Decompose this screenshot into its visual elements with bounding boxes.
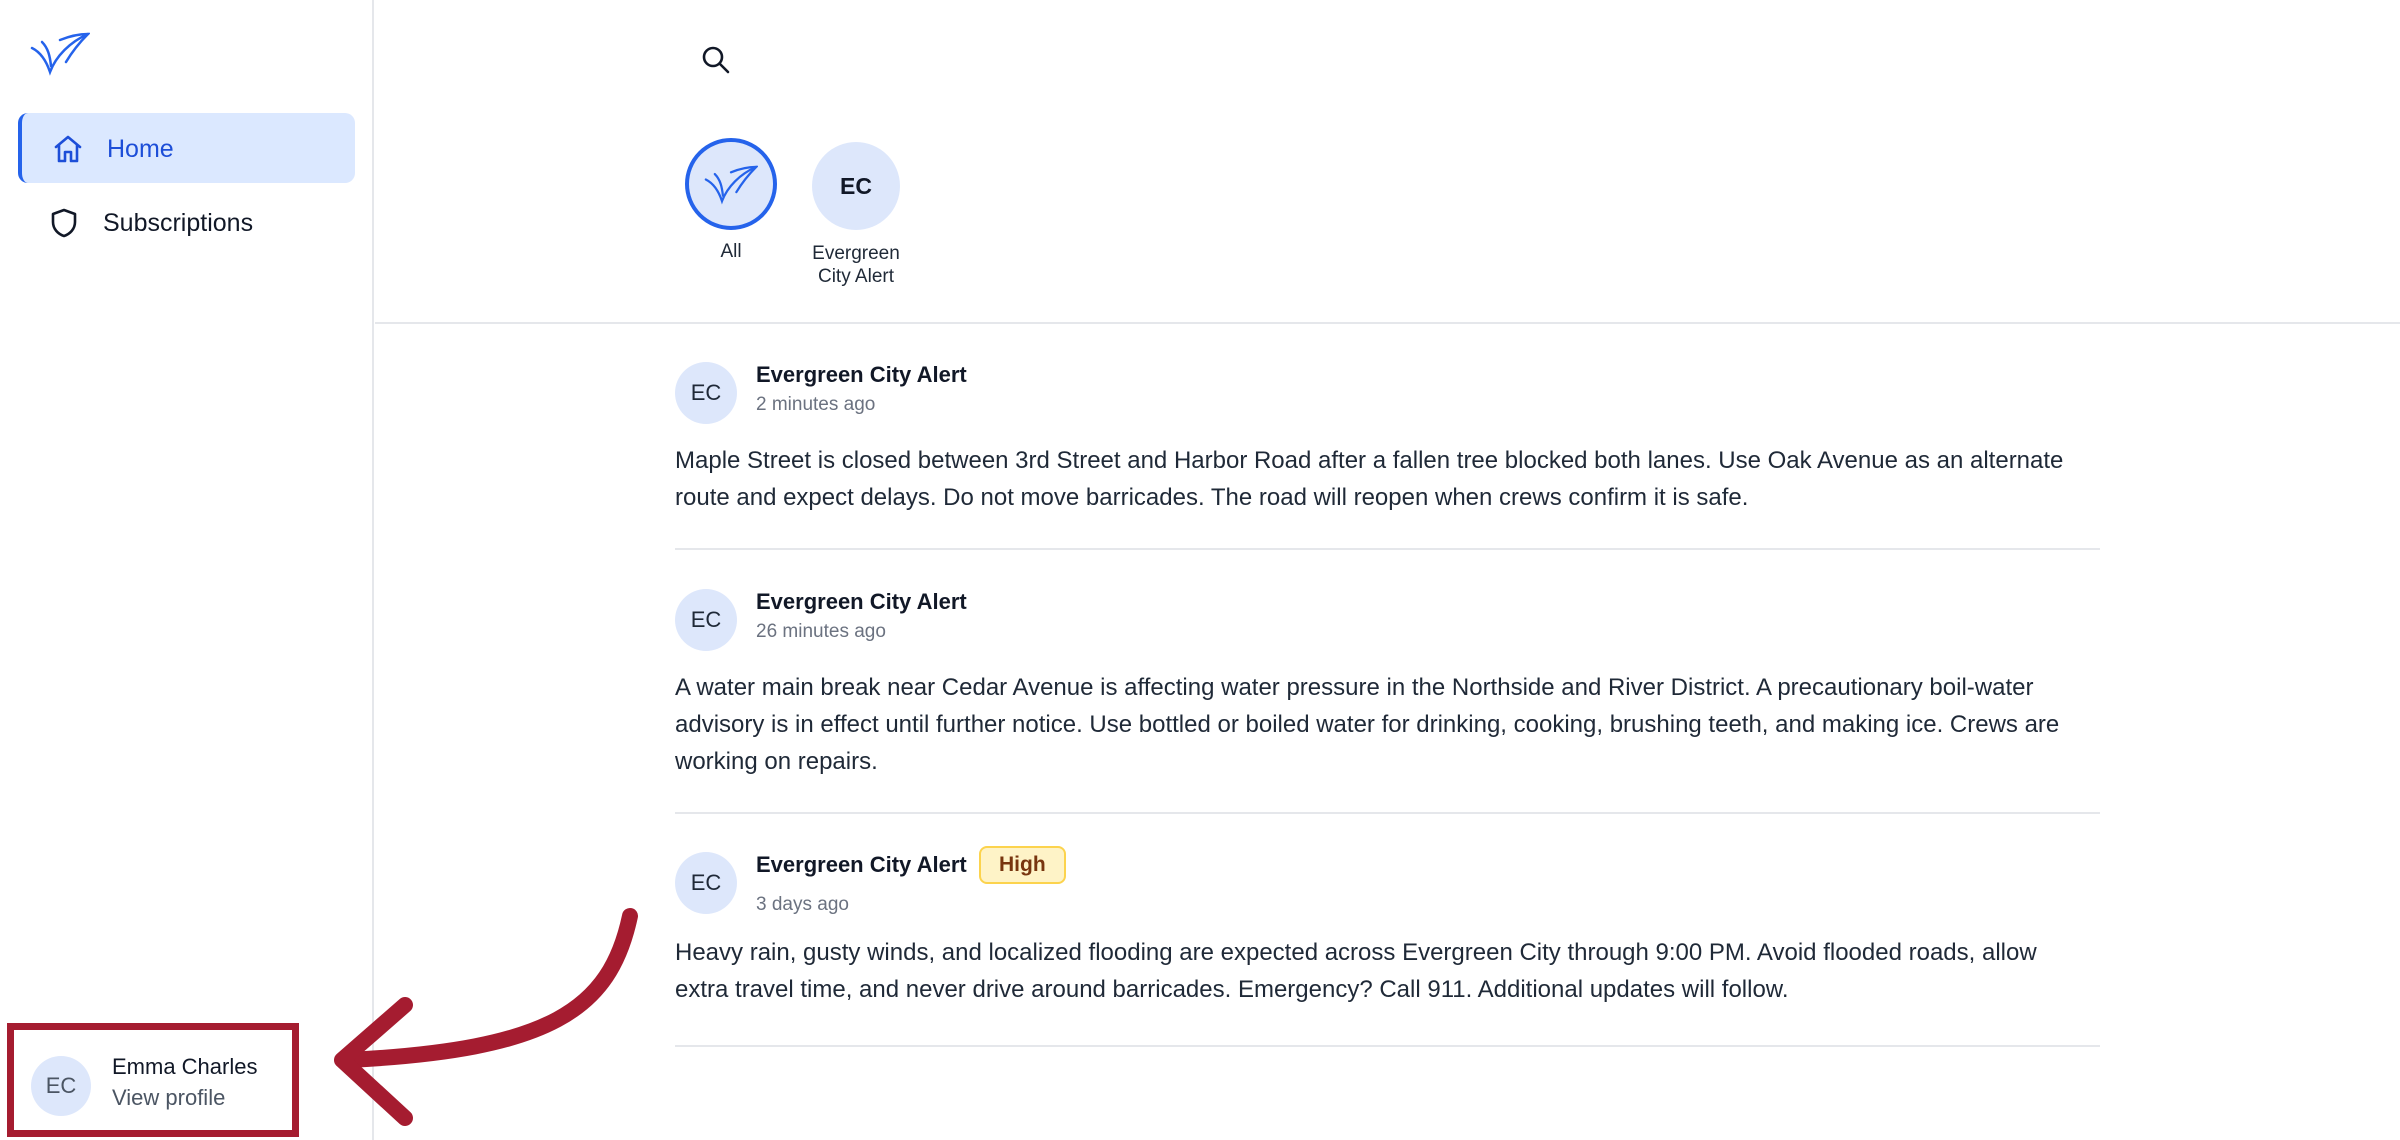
filter-evergreen-city-alert[interactable]: EC Evergreen City Alert	[791, 138, 921, 288]
alert-post[interactable]: EC Evergreen City Alert 26 minutes ago A…	[675, 589, 2100, 814]
priority-badge: High	[979, 846, 1066, 884]
sidebar-item-label: Home	[107, 135, 174, 163]
sidebar-item-subscriptions[interactable]: Subscriptions	[18, 187, 355, 257]
post-timestamp: 3 days ago	[756, 894, 849, 915]
sidebar-item-label: Subscriptions	[103, 209, 254, 237]
avatar: EC	[675, 589, 737, 651]
filter-label: All	[720, 241, 742, 262]
search-icon[interactable]	[698, 42, 734, 78]
post-body: Heavy rain, gusty winds, and localized f…	[675, 939, 2037, 1003]
home-icon	[54, 135, 82, 163]
post-sender: Evergreen City Alert	[756, 362, 967, 387]
avatar: EC	[675, 852, 737, 914]
post-body: Maple Street is closed between 3rd Stree…	[675, 447, 2064, 511]
sidebar-item-home[interactable]: Home	[18, 113, 355, 183]
header-divider	[375, 322, 2400, 324]
filter-label-line1: Evergreen	[812, 243, 900, 264]
filter-label-line2: City Alert	[817, 266, 895, 287]
post-timestamp: 26 minutes ago	[756, 621, 886, 642]
alert-post[interactable]: EC Evergreen City Alert High 3 days ago …	[675, 846, 2100, 1047]
post-timestamp: 2 minutes ago	[756, 394, 876, 415]
post-sender: Evergreen City Alert	[756, 852, 967, 877]
filter-all-avatar	[685, 138, 777, 230]
app-logo-icon	[704, 165, 758, 205]
shield-icon	[51, 208, 77, 238]
filter-label: Evergreen City Alert	[791, 242, 921, 288]
view-profile-link[interactable]: View profile	[112, 1085, 225, 1111]
profile-name: Emma Charles	[112, 1054, 258, 1079]
post-sender: Evergreen City Alert	[756, 589, 967, 614]
avatar: EC	[31, 1056, 91, 1116]
filter-all[interactable]: All	[666, 138, 796, 263]
sidebar: Home Subscriptions EC Emma Charles View …	[0, 0, 374, 1140]
app-logo-icon[interactable]	[30, 30, 90, 76]
profile-card[interactable]: EC Emma Charles View profile	[7, 1023, 299, 1137]
avatar: EC	[675, 362, 737, 424]
avatar: EC	[812, 142, 900, 230]
post-body: A water main break near Cedar Avenue is …	[675, 674, 2060, 775]
alert-post[interactable]: EC Evergreen City Alert 2 minutes ago Ma…	[675, 362, 2100, 550]
